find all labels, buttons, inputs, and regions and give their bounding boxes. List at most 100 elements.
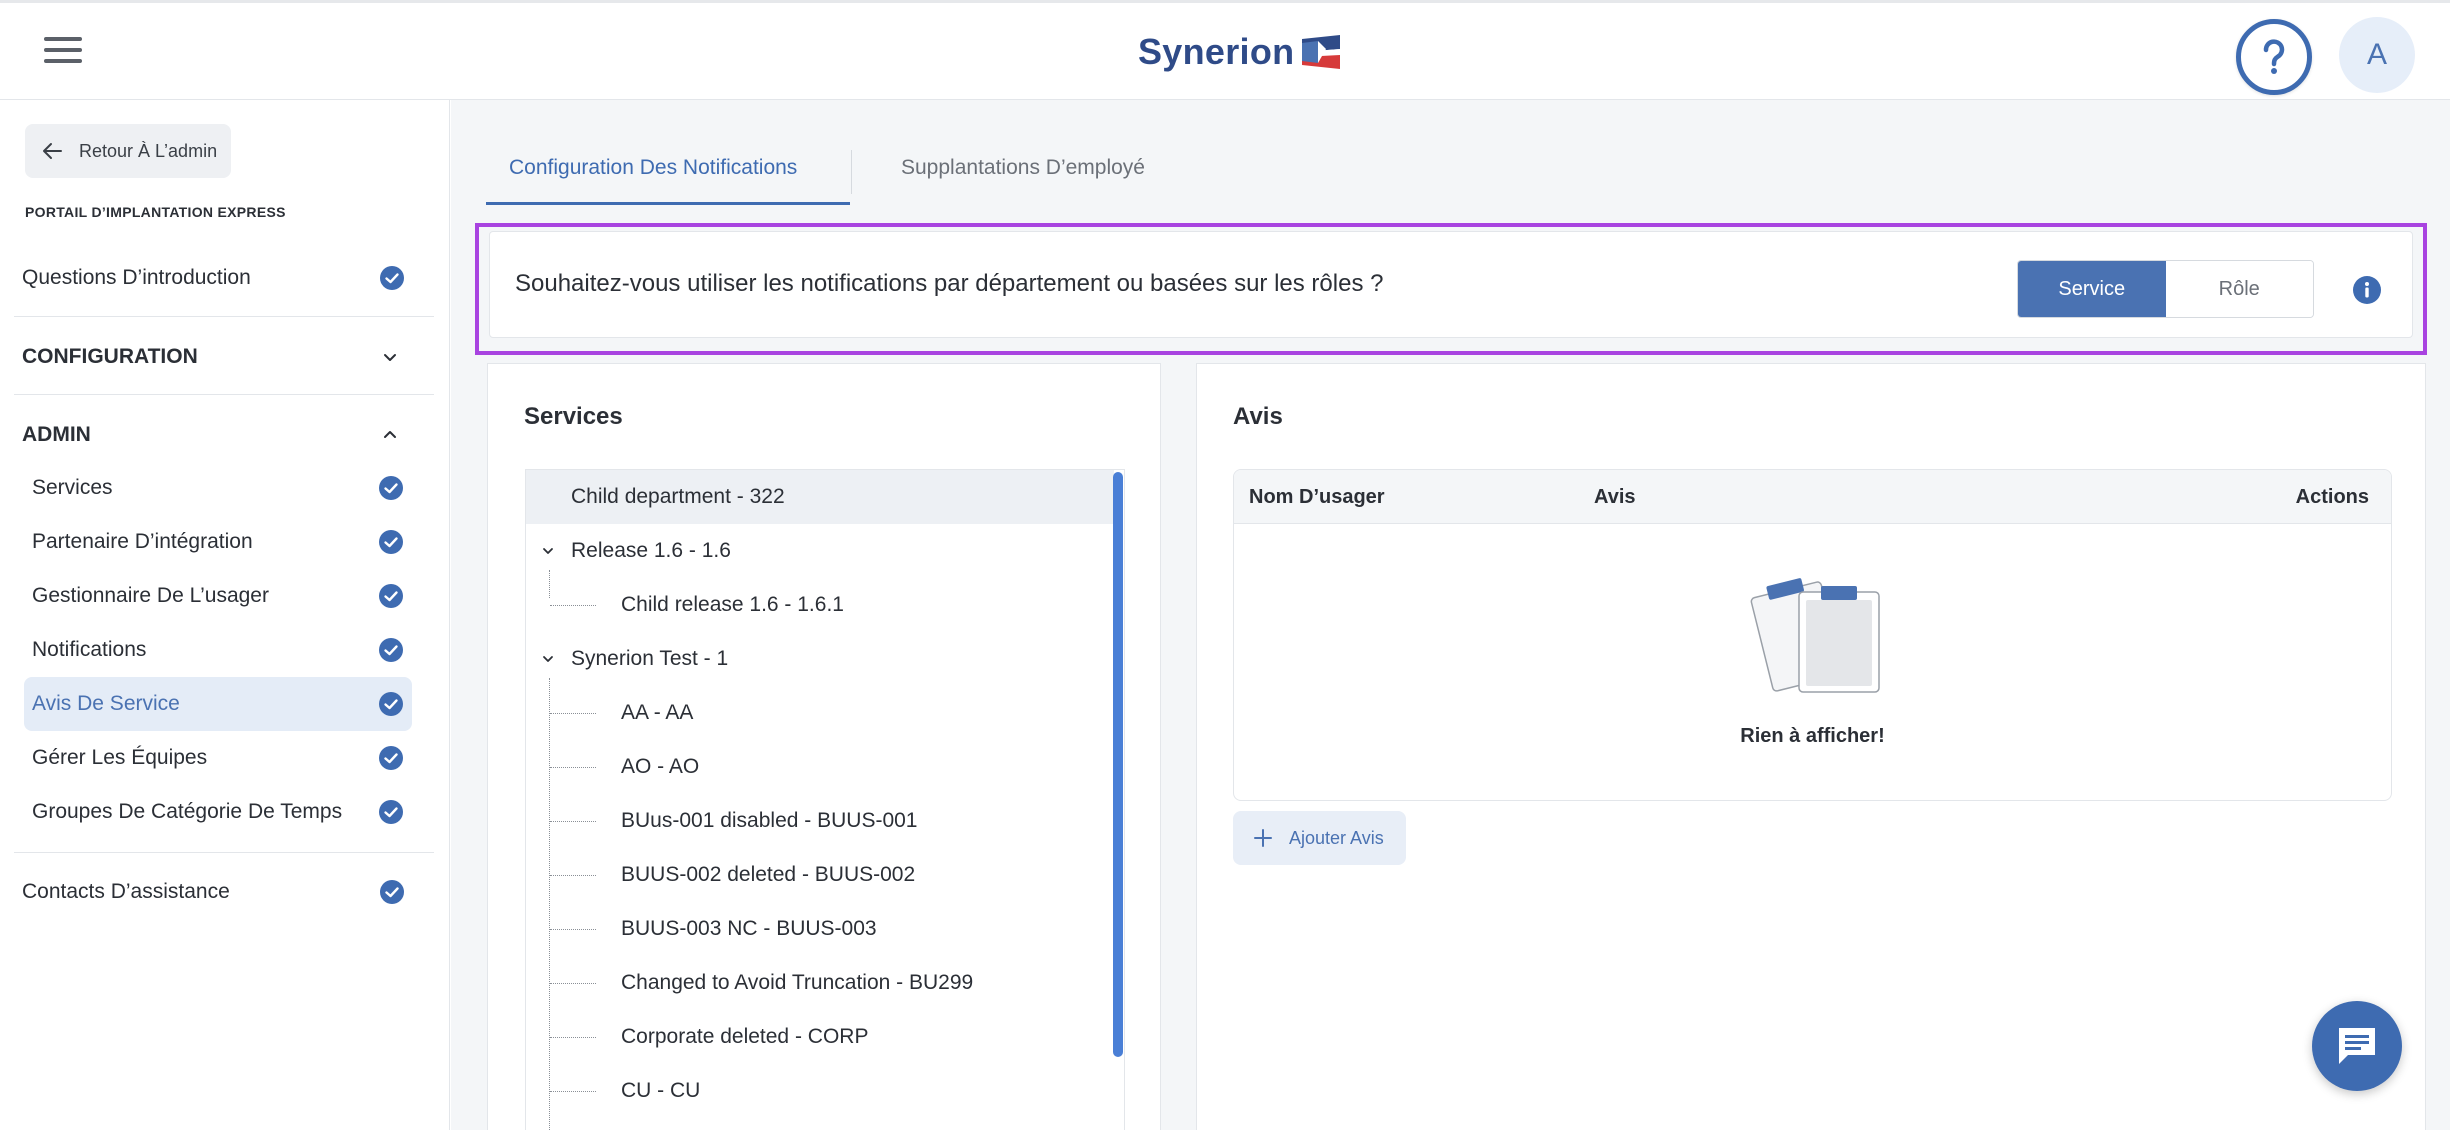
tree-item-label: Child release 1.6 - 1.6.1 [621, 593, 844, 616]
add-notice-label: Ajouter Avis [1289, 827, 1384, 848]
back-label: Retour À L’admin [79, 140, 218, 161]
check-circle-icon [380, 266, 404, 290]
sidebar-item-label: Contacts D’assistance [22, 880, 230, 903]
sidebar-item-notifications[interactable]: Notifications [24, 623, 412, 677]
check-circle-icon [379, 476, 403, 500]
tab-employee-overrides[interactable]: Supplantations D’employé [901, 156, 1145, 206]
sidebar-section-configuration[interactable]: CONFIGURATION [22, 332, 412, 382]
tree-item-label: BUUS-002 deleted - BUUS-002 [621, 863, 916, 886]
sidebar-item-label: Services [32, 476, 113, 499]
notices-panel: Avis Nom D’usager Avis Actions Rien à af… [1196, 363, 2426, 1130]
sidebar-item-time-category-groups[interactable]: Groupes De Catégorie De Temps [24, 785, 412, 839]
user-avatar[interactable]: A [2339, 17, 2415, 93]
empty-state-text: Rien à afficher! [1740, 725, 1885, 747]
mode-toggle: Service Rôle [2017, 260, 2314, 318]
chevron-down-icon[interactable] [538, 541, 558, 561]
sidebar: Retour À L’admin PORTAIL D’IMPLANTATION … [0, 100, 450, 1130]
question-text: Souhaitez-vous utiliser les notification… [515, 270, 1384, 297]
tab-notification-config[interactable]: Configuration Des Notifications [509, 156, 797, 206]
chat-button[interactable] [2312, 1001, 2402, 1091]
tree-item-label: Corporate deleted - CORP [621, 1025, 869, 1048]
services-tree: Child department - 322 Release 1.6 - 1.6… [525, 469, 1125, 1130]
arrow-left-icon [43, 143, 62, 159]
check-circle-icon [379, 584, 403, 608]
tree-item[interactable]: Child release 1.6 - 1.6.1 [526, 578, 1114, 632]
tree-item[interactable]: Corporate deleted - CORP [526, 1010, 1114, 1064]
notices-title: Avis [1233, 403, 1283, 430]
tree-item-label: CU - CU [621, 1079, 701, 1102]
tree-item[interactable]: AO - AO [526, 740, 1114, 794]
chevron-down-icon[interactable] [538, 649, 558, 669]
column-header-notice: Avis [1594, 486, 1636, 508]
tree-item[interactable]: Changed to Avoid Truncation - BU299 [526, 956, 1114, 1010]
column-header-username: Nom D’usager [1249, 486, 1385, 508]
tree-scrollbar-thumb[interactable] [1113, 472, 1123, 1057]
notices-table: Nom D’usager Avis Actions Rien à affiche… [1233, 469, 2392, 801]
section-label: CONFIGURATION [22, 345, 198, 368]
sidebar-item-label: Notifications [32, 638, 147, 661]
check-circle-icon [380, 880, 404, 904]
sidebar-item-services[interactable]: Services [24, 461, 412, 515]
tree-item-label: BUus-001 disabled - BUUS-001 [621, 809, 918, 832]
chat-bubble-icon [2339, 1028, 2375, 1064]
tree-item-label: BUUS-003 NC - BUUS-003 [621, 917, 877, 940]
tree-item[interactable]: BUus-001 disabled - BUUS-001 [526, 794, 1114, 848]
check-circle-icon [379, 638, 403, 662]
check-circle-icon [379, 692, 403, 716]
tree-item-label: Changed to Avoid Truncation - BU299 [621, 971, 974, 994]
sidebar-item-service-notices[interactable]: Avis De Service [24, 677, 412, 731]
chevron-up-icon [384, 431, 396, 438]
tree-item[interactable]: BUUS-002 deleted - BUUS-002 [526, 848, 1114, 902]
question-mark-icon [2263, 39, 2285, 74]
info-icon[interactable] [2352, 275, 2382, 305]
help-button[interactable] [2236, 19, 2312, 95]
tree-item[interactable]: Child department - 322 [526, 470, 1114, 524]
plus-icon [1254, 829, 1272, 847]
logo-text: Synerion [1138, 31, 1295, 72]
tree-item-label: AA - AA [621, 701, 694, 724]
sidebar-item-label: Partenaire D’intégration [32, 530, 253, 553]
tree-item-label: Child department - 322 [571, 485, 785, 508]
sidebar-item-support-contacts[interactable]: Contacts D’assistance [22, 867, 412, 917]
check-circle-icon [379, 800, 403, 824]
empty-clipboard-icon [1750, 578, 1880, 693]
sidebar-divider [14, 316, 434, 317]
sidebar-item-label: Gérer Les Équipes [32, 746, 208, 769]
sidebar-item-label: Avis De Service [32, 692, 180, 715]
role-option-button[interactable]: Rôle [2165, 261, 2313, 317]
main-content: Configuration Des Notifications Supplant… [451, 100, 2450, 1130]
active-tab-indicator [486, 202, 850, 205]
tree-item-label: Synerion Test - 1 [571, 647, 729, 670]
sidebar-divider [14, 852, 434, 853]
tree-item[interactable]: Release 1.6 - 1.6 [526, 524, 1114, 578]
chevron-down-icon [384, 354, 396, 361]
back-to-admin-button[interactable]: Retour À L’admin [25, 124, 232, 178]
sidebar-item-label: Groupes De Catégorie De Temps [32, 800, 343, 823]
sidebar-item-label: Questions D’introduction [22, 266, 251, 289]
tree-item[interactable]: CU - CU [526, 1064, 1114, 1118]
logo-flag-icon [1302, 35, 1341, 69]
sidebar-section-admin[interactable]: ADMIN [22, 410, 412, 460]
service-option-button[interactable]: Service [2018, 261, 2166, 317]
portal-label: PORTAIL D’IMPLANTATION EXPRESS [25, 204, 286, 220]
sidebar-item-manage-teams[interactable]: Gérer Les Équipes [24, 731, 412, 785]
question-card: Souhaitez-vous utiliser les notification… [489, 231, 2413, 338]
tree-item[interactable]: AA - AA [526, 686, 1114, 740]
synerion-logo[interactable]: Synerion [1138, 27, 1342, 77]
section-label: ADMIN [22, 423, 91, 446]
sidebar-item-user-manager[interactable]: Gestionnaire De L’usager [24, 569, 412, 623]
services-panel: Services Child department - 322 Release … [487, 363, 1161, 1130]
tree-item[interactable]: Synerion Test - 1 [526, 632, 1114, 686]
question-highlight-box: Souhaitez-vous utiliser les notification… [475, 223, 2427, 355]
table-header: Nom D’usager Avis Actions [1234, 470, 2391, 524]
sidebar-item-intro-questions[interactable]: Questions D’introduction [22, 253, 412, 303]
tree-item[interactable]: BUUS-003 NC - BUUS-003 [526, 902, 1114, 956]
top-bar: Synerion A [0, 0, 2450, 100]
column-header-actions: Actions [2295, 486, 2369, 508]
add-notice-button[interactable]: Ajouter Avis [1233, 811, 1406, 865]
tree-item-label: Release 1.6 - 1.6 [571, 539, 731, 562]
check-circle-icon [379, 530, 403, 554]
sidebar-divider [14, 394, 434, 395]
hamburger-menu-icon[interactable] [44, 37, 82, 67]
sidebar-item-integration-partner[interactable]: Partenaire D’intégration [24, 515, 412, 569]
